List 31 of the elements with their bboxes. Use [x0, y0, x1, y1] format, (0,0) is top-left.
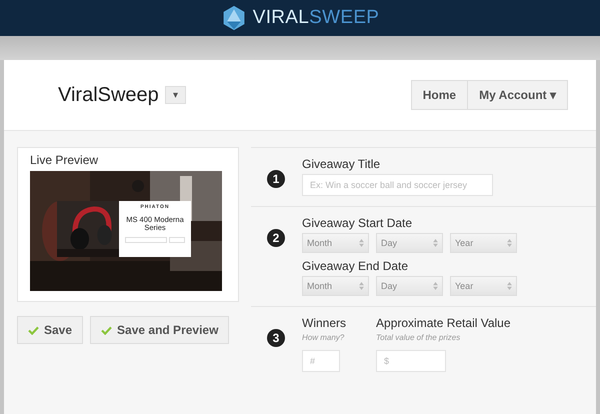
updown-icon [359, 282, 364, 290]
dropdown-button[interactable]: ▾ [164, 86, 186, 104]
step-number: 3 [267, 329, 285, 347]
entry-form-drawing [125, 236, 185, 242]
updown-icon [507, 282, 512, 290]
account-menu-button[interactable]: My Account ▾ [468, 80, 568, 110]
updown-icon [507, 239, 512, 247]
updown-icon [433, 239, 438, 247]
input-field[interactable]: # [302, 350, 340, 372]
preview-title: Live Preview [30, 153, 100, 167]
field-hint: Total value of the prizes [376, 333, 462, 342]
step-number: 2 [267, 229, 285, 247]
field-hint: How many? [302, 333, 346, 342]
updown-icon [433, 282, 438, 290]
logo-text: VIRALSWEEP [252, 7, 380, 29]
field-label: Giveaway Title [302, 157, 382, 171]
field-label: Giveaway Start Date [302, 216, 414, 230]
field-label: Approximate Retail Value [376, 316, 511, 330]
updown-icon [359, 239, 364, 247]
check-icon [28, 326, 39, 334]
logo-icon [220, 5, 247, 31]
app-title: ViralSweep [58, 84, 159, 106]
field-label: Winners [302, 316, 346, 330]
step-number: 1 [267, 170, 285, 188]
check-icon [101, 326, 112, 334]
home-button[interactable]: Home [410, 80, 468, 110]
save-button[interactable]: Save [17, 316, 84, 344]
field-label: Giveaway End Date [302, 259, 410, 273]
input-field[interactable]: Ex: Win a soccer ball and soccer jersey [302, 174, 493, 196]
save-and-preview-button[interactable]: Save and Preview [90, 316, 230, 344]
input-field[interactable]: $ [376, 350, 446, 372]
